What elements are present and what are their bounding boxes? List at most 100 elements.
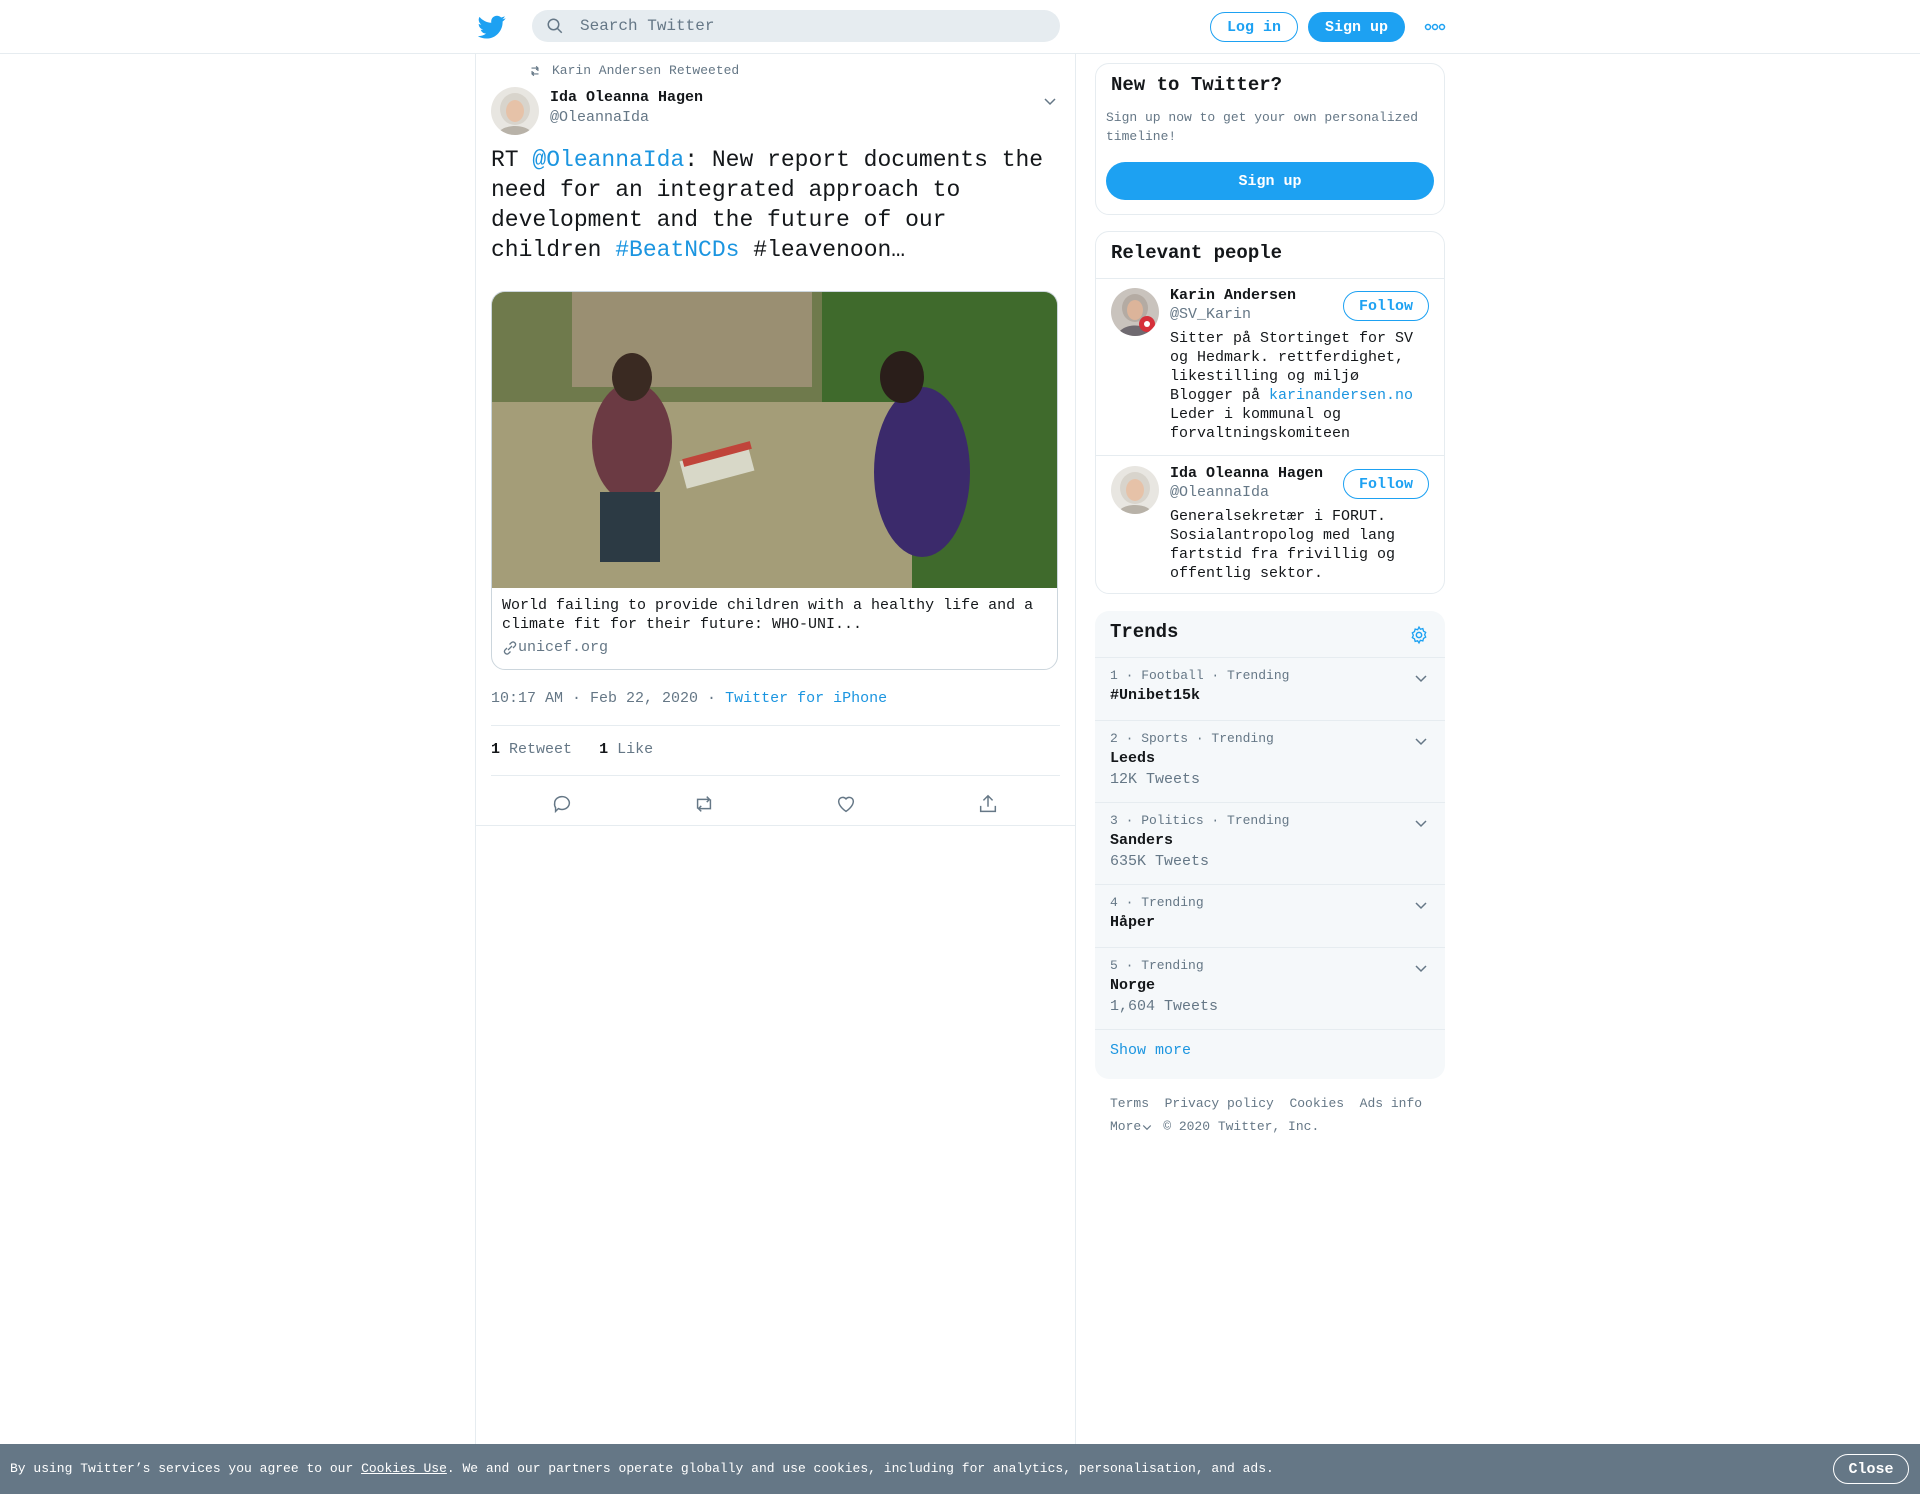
trend-item[interactable]: 2 · Sports · Trending Leeds 12K Tweets [1095, 721, 1445, 803]
karin-bio: Sitter på Stortinget for SV og Hedmark. … [1170, 329, 1430, 443]
tweet-actions [491, 781, 1060, 825]
karin-handle[interactable]: @SV_Karin [1170, 306, 1251, 323]
tweet-mention-link[interactable]: @OleannaIda [532, 147, 684, 173]
chevron-down-icon[interactable] [1413, 815, 1429, 831]
footer-cookies-link[interactable]: Cookies [1289, 1096, 1344, 1111]
karin-name[interactable]: Karin Andersen [1170, 287, 1296, 304]
relevant-people-box: Relevant people Karin Andersen @SV_Karin… [1095, 231, 1445, 594]
follow-ida-button[interactable]: Follow [1343, 469, 1429, 499]
sidebar-signup-button[interactable]: Sign up [1106, 162, 1434, 200]
cookie-consent-bar: By using Twitter’s services you agree to… [0, 1444, 1920, 1494]
show-more-link[interactable]: Show more [1110, 1042, 1191, 1059]
karin-avatar[interactable] [1111, 288, 1159, 336]
reply-icon[interactable] [551, 793, 573, 815]
retweet-small-icon [531, 65, 539, 76]
chevron-down-icon[interactable] [1413, 960, 1429, 976]
trend-meta: 1 · Football · Trending [1110, 668, 1290, 683]
trends-box: Trends 1 · Football · Trending #Unibet15… [1095, 611, 1445, 1079]
search-input[interactable] [578, 16, 1042, 36]
card-domain: unicef.org [502, 639, 608, 656]
divider [491, 725, 1060, 726]
trends-title: Trends [1110, 621, 1179, 643]
ida-handle[interactable]: @OleannaIda [1170, 484, 1269, 501]
karin-bio-link[interactable]: karinandersen.no [1269, 387, 1413, 404]
tweet-timestamp[interactable]: 10:17 AM · Feb 22, 2020 [491, 690, 698, 707]
trend-name: Leeds [1110, 750, 1156, 767]
login-button[interactable]: Log in [1210, 12, 1298, 42]
author-avatar[interactable] [491, 87, 539, 135]
link-icon [503, 640, 517, 655]
divider [1096, 455, 1444, 456]
new-to-twitter-subtitle: Sign up now to get your own personalized… [1106, 110, 1419, 144]
like-icon[interactable] [835, 793, 857, 815]
tweet-text-prefix: RT [491, 147, 533, 173]
share-icon[interactable] [977, 793, 999, 815]
tweet-text-suffix: #leavenoon… [739, 237, 906, 263]
twitter-logo-icon[interactable] [478, 13, 506, 41]
like-count: 1 [599, 741, 609, 758]
settings-gear-icon[interactable] [1409, 625, 1429, 645]
card-domain-text: unicef.org [518, 639, 609, 656]
trend-item[interactable]: 4 · Trending Håper [1095, 885, 1445, 948]
trend-meta: 4 · Trending [1110, 895, 1204, 910]
footer-privacy-link[interactable]: Privacy policy [1165, 1096, 1274, 1111]
chevron-down-icon[interactable] [1413, 733, 1429, 749]
footer-ads-info-link[interactable]: Ads info [1360, 1096, 1422, 1111]
signup-button[interactable]: Sign up [1308, 12, 1405, 42]
divider [476, 825, 1075, 826]
trend-item[interactable]: 3 · Politics · Trending Sanders 635K Twe… [1095, 803, 1445, 885]
cookie-text-2: . We and our partners operate globally a… [446, 1461, 1274, 1476]
footer-terms-link[interactable]: Terms [1110, 1096, 1149, 1111]
tweet-source-link[interactable]: Twitter for iPhone [725, 690, 887, 707]
tweet-meta: 10:17 AM · Feb 22, 2020 · Twitter for iP… [491, 690, 887, 707]
top-navigation-bar: Log in Sign up [0, 0, 1920, 54]
card-image [492, 292, 1057, 588]
chevron-down-icon[interactable] [1042, 93, 1058, 109]
more-options-icon[interactable] [1424, 20, 1446, 34]
trend-meta: 3 · Politics · Trending [1110, 813, 1290, 828]
retweet-stat[interactable]: 1 Retweet [491, 741, 572, 758]
tweet-text: RT @OleannaIda: New report documents the… [491, 145, 1061, 265]
chevron-down-icon[interactable] [1413, 670, 1429, 686]
new-to-twitter-title: New to Twitter? [1111, 74, 1283, 96]
trend-name: Sanders [1110, 832, 1174, 849]
trend-name: Norge [1110, 977, 1156, 994]
ida-bio: Generalsekretær i FORUT. Sosialantropolo… [1170, 508, 1396, 582]
divider [1096, 278, 1444, 279]
cookie-text-1: By using Twitter’s services you agree to… [10, 1461, 362, 1476]
trend-item[interactable]: 1 · Football · Trending #Unibet15k [1095, 658, 1445, 721]
trend-count: 12K Tweets [1110, 771, 1201, 788]
footer-more-row: More © 2020 Twitter, Inc. [1110, 1119, 1319, 1134]
author-name[interactable]: Ida Oleanna Hagen [550, 89, 703, 106]
chevron-down-icon[interactable] [1141, 1121, 1153, 1133]
link-card[interactable]: World failing to provide children with a… [491, 291, 1058, 670]
meta-separator: · [698, 690, 726, 707]
copyright-text: © 2020 Twitter, Inc. [1163, 1119, 1320, 1134]
retweet-icon[interactable] [693, 793, 715, 815]
search-bar[interactable] [532, 10, 1060, 42]
retweet-stat-label: Retweet [509, 741, 573, 758]
follow-karin-button[interactable]: Follow [1343, 291, 1429, 321]
retweet-count: 1 [491, 741, 501, 758]
footer-links: Terms Privacy policy Cookies Ads info [1110, 1096, 1422, 1111]
new-to-twitter-box: New to Twitter? Sign up now to get your … [1095, 63, 1445, 215]
trend-meta: 5 · Trending [1110, 958, 1204, 973]
author-handle[interactable]: @OleannaIda [550, 109, 649, 126]
ida-avatar[interactable] [1111, 466, 1159, 514]
close-cookie-button[interactable]: Close [1833, 1454, 1909, 1484]
like-stat[interactable]: 1 Like [599, 741, 653, 758]
footer-more-link[interactable]: More [1110, 1119, 1141, 1134]
relevant-people-title: Relevant people [1111, 242, 1283, 264]
card-description: World failing to provide children with a… [502, 597, 1034, 633]
karin-bio-text-2: Leder i kommunal og forvaltningskomiteen [1170, 406, 1351, 442]
ida-name[interactable]: Ida Oleanna Hagen [1170, 465, 1323, 482]
divider [491, 775, 1060, 776]
trend-name: Håper [1110, 914, 1156, 931]
chevron-down-icon[interactable] [1413, 897, 1429, 913]
retweeted-by-line: Karin Andersen Retweeted [528, 63, 739, 78]
trend-item[interactable]: 5 · Trending Norge 1,604 Tweets [1095, 948, 1445, 1030]
retweeted-by-text[interactable]: Karin Andersen Retweeted [552, 63, 739, 78]
trend-meta: 2 · Sports · Trending [1110, 731, 1274, 746]
cookies-use-link[interactable]: Cookies Use [361, 1461, 447, 1476]
tweet-hashtag-link[interactable]: #BeatNCDs [615, 237, 739, 263]
